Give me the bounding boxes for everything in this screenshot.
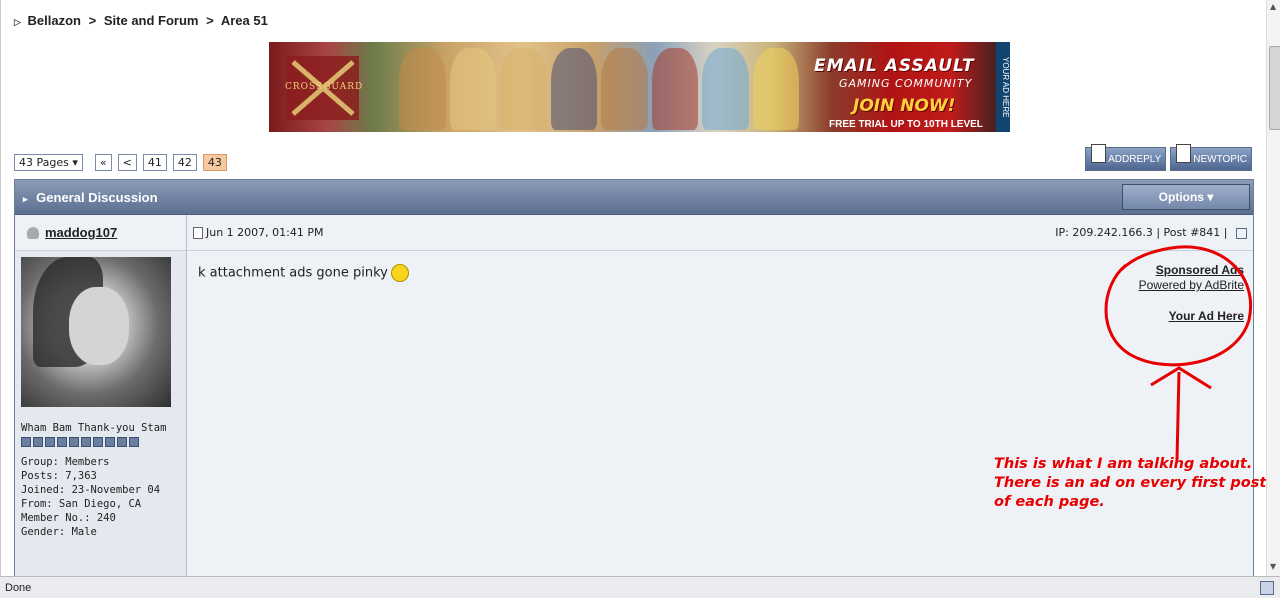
breadcrumb-bellazon[interactable]: Bellazon [28,13,81,28]
post-row: maddog107 Wham Bam Thank-you Stam Group:… [15,215,1253,576]
breadcrumb-site-and-forum[interactable]: Site and Forum [104,13,199,28]
document-icon [1176,144,1192,163]
annotation-note: This is what I am talking about. There i… [994,456,1267,510]
user-posts: Posts: 7,363 [21,470,97,482]
options-button[interactable]: Options ▾ [1122,184,1250,210]
post-body: k attachment ads gone pinky [198,264,409,282]
scroll-up-icon[interactable]: ▲ [1270,2,1276,11]
user-gender: Gender: Male [21,526,97,538]
banner-cta: JOIN NOW! [853,96,956,116]
post-author-column: maddog107 Wham Bam Thank-you Stam Group:… [15,215,187,576]
document-icon [1091,144,1107,163]
breadcrumb-arrow-icon: ▷ [14,17,21,27]
banner-headline: EMAIL ASSAULT [814,56,975,76]
scroll-down-icon[interactable]: ▼ [1270,562,1276,571]
forum-header: ▸ General Discussion Options ▾ [15,180,1253,215]
page-current: 43 [202,154,227,171]
banner-ad[interactable]: CROSSGUARD EMAIL ASSAULT GAMING COMMUNIT… [269,42,1010,132]
user-from: From: San Diego, CA [21,498,142,510]
breadcrumb-separator: > [206,13,214,28]
browser-viewport: ▷ Bellazon > Site and Forum > Area 51 CR… [0,0,1267,576]
page-link-42[interactable]: 42 [172,154,197,171]
user-group: Group: Members [21,456,110,468]
banner-side-label: YOUR AD HERE [996,42,1010,132]
author-header: maddog107 [15,215,186,251]
pagination: 43 Pages ▾ « < 41 42 43 [14,154,227,171]
topic-buttons: ADDREPLY NEWTOPIC [1085,144,1252,171]
post-file-icon [193,226,203,239]
collapse-arrow-icon[interactable]: ▸ [23,194,28,204]
add-reply-label: ADDREPLY [1108,153,1162,165]
add-reply-button[interactable]: ADDREPLY [1085,144,1167,171]
pages-dropdown[interactable]: 43 Pages ▾ [14,154,83,171]
banner-offer: FREE TRIAL UP TO 10TH LEVEL [829,119,983,130]
vertical-scrollbar[interactable]: ▲ ▼ [1266,0,1280,576]
post-date: Jun 1 2007, 01:41 PM [193,226,324,239]
page-link-41[interactable]: 41 [142,154,167,171]
scrollbar-thumb[interactable] [1269,46,1280,130]
avatar [21,257,171,407]
page-prev-button[interactable]: < [117,154,137,171]
security-icon [1260,581,1274,595]
new-topic-button[interactable]: NEWTOPIC [1170,144,1252,171]
status-bar: Done [0,576,1280,598]
breadcrumb-separator: > [88,13,97,28]
new-topic-label: NEWTOPIC [1193,153,1247,165]
user-title: Wham Bam Thank-you Stam [21,422,167,434]
smiley-icon [390,264,409,282]
user-joined: Joined: 23-November 04 [21,484,161,496]
banner-brand: CROSSGUARD [285,82,364,92]
status-text: Done [5,581,32,594]
breadcrumb-area-51[interactable]: Area 51 [221,13,268,28]
rank-pips [21,437,181,447]
page-first-button[interactable]: « [94,154,112,171]
user-member-no: Member No.: 240 [21,512,116,524]
forum-table: ▸ General Discussion Options ▾ maddog107… [14,179,1254,576]
banner-characters [399,48,799,130]
forum-title: ▸ General Discussion [23,189,158,205]
breadcrumb: ▷ Bellazon > Site and Forum > Area 51 [14,13,268,28]
user-icon [27,226,39,239]
author-name-link[interactable]: maddog107 [45,225,117,240]
banner-subheadline: GAMING COMMUNITY [839,77,973,90]
annotation-circle [1104,245,1252,460]
author-details: Wham Bam Thank-you Stam Group: Members P… [21,421,181,539]
